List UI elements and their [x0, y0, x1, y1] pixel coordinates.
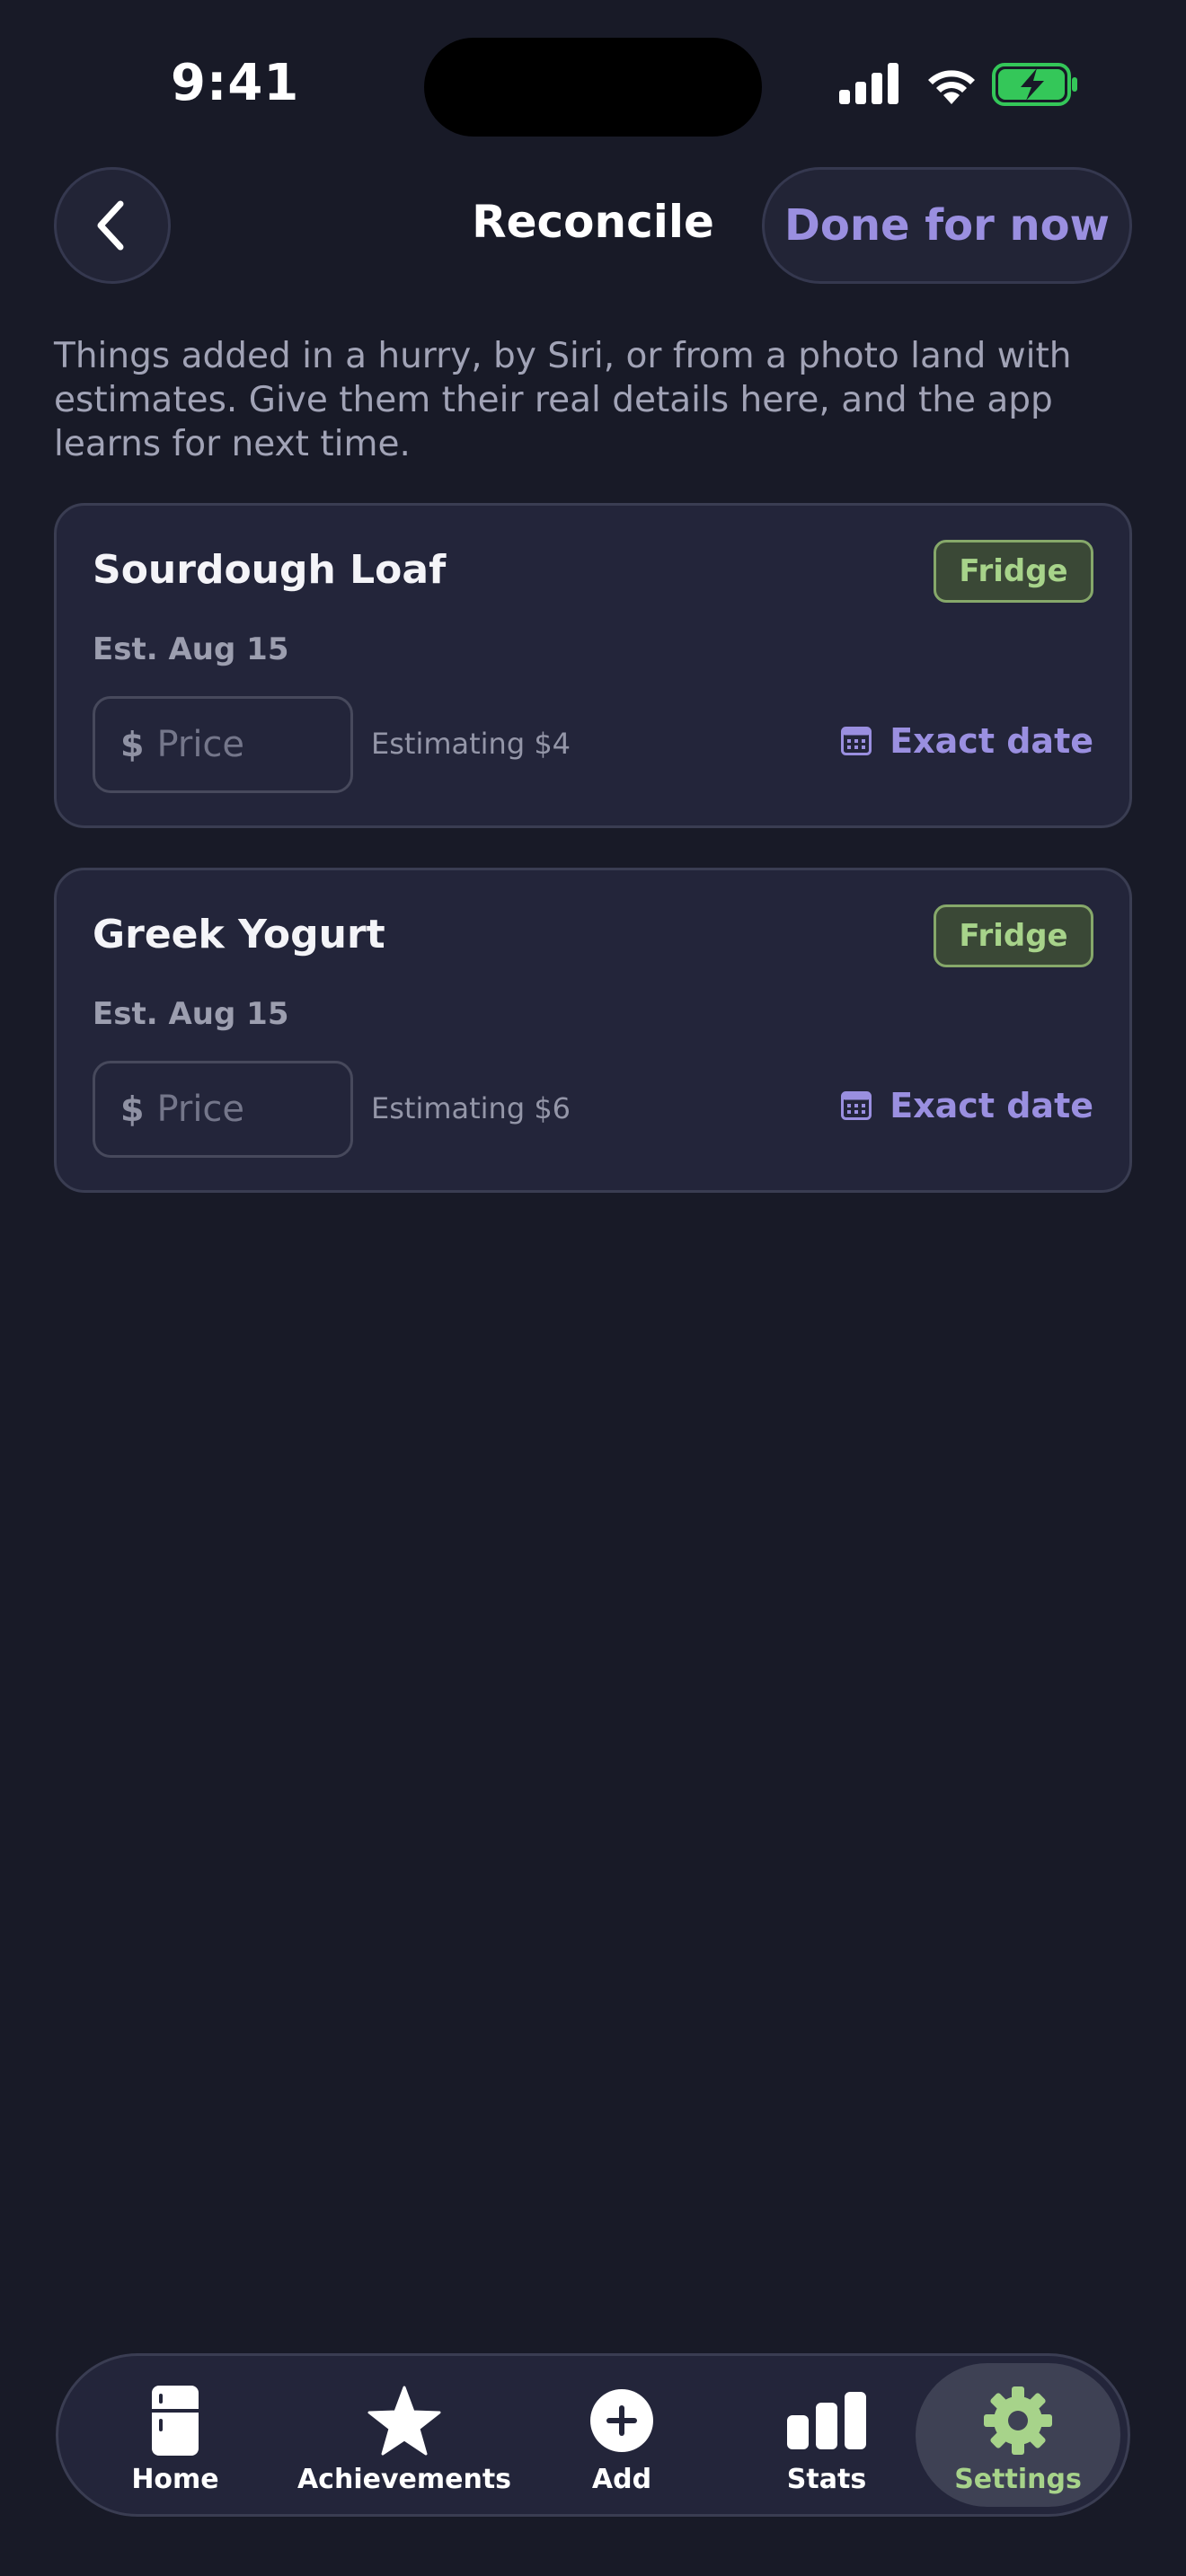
tab-label: Achievements [296, 2464, 512, 2495]
estimated-date: Est. Aug 15 [93, 996, 289, 1032]
fridge-icon [152, 2385, 199, 2457]
tab-home[interactable]: Home [103, 2363, 247, 2507]
tab-label: Settings [954, 2464, 1082, 2495]
reconcile-screen: 9:41 Reconcile Done for now Things added… [0, 0, 1186, 2576]
estimated-date: Est. Aug 15 [93, 631, 289, 667]
cellular-signal-icon [839, 63, 898, 104]
price-field[interactable]: $ [93, 1061, 353, 1158]
reconcile-card: Greek Yogurt Fridge Est. Aug 15 $ Estima… [54, 868, 1132, 1193]
tab-stats[interactable]: Stats [768, 2363, 885, 2507]
gear-icon [983, 2385, 1053, 2457]
wifi-icon [928, 70, 975, 104]
dynamic-island [424, 38, 762, 137]
reconcile-card: Sourdough Loaf Fridge Est. Aug 15 $ Esti… [54, 503, 1132, 828]
location-badge[interactable]: Fridge [934, 540, 1093, 603]
currency-symbol: $ [120, 725, 145, 764]
star-icon [367, 2385, 441, 2457]
location-badge[interactable]: Fridge [934, 904, 1093, 967]
item-name: Greek Yogurt [93, 912, 385, 957]
chevron-left-icon [97, 200, 124, 251]
status-icons [839, 63, 1080, 113]
calendar-icon [841, 727, 872, 755]
intro-text: Things added in a hurry, by Siri, or fro… [54, 336, 1072, 464]
page-title: Reconcile [472, 196, 714, 248]
back-button[interactable] [54, 167, 171, 284]
price-field[interactable]: $ [93, 696, 353, 793]
exact-date-button[interactable]: Exact date [841, 721, 1093, 761]
price-input[interactable] [156, 1089, 319, 1130]
item-name: Sourdough Loaf [93, 547, 447, 593]
exact-date-button[interactable]: Exact date [841, 1086, 1093, 1125]
tab-bar: Home Achievements Add Stats Settings [56, 2353, 1130, 2517]
bar-chart-icon [787, 2385, 866, 2457]
battery-charging-icon [992, 63, 1077, 106]
tab-label: Home [131, 2464, 219, 2495]
done-for-now-button[interactable]: Done for now [762, 167, 1132, 284]
estimate-hint: Estimating $6 [371, 1091, 571, 1125]
currency-symbol: $ [120, 1090, 145, 1129]
tab-label: Stats [786, 2464, 867, 2495]
tab-label: Add [591, 2464, 652, 2495]
estimate-hint: Estimating $4 [371, 727, 571, 761]
status-time: 9:41 [171, 54, 300, 112]
tab-add[interactable]: Add [563, 2363, 680, 2507]
exact-date-label: Exact date [890, 1086, 1093, 1125]
exact-date-label: Exact date [890, 721, 1093, 761]
price-input[interactable] [156, 724, 319, 765]
plus-circle-icon [589, 2385, 654, 2457]
calendar-icon [841, 1091, 872, 1120]
tab-settings[interactable]: Settings [916, 2363, 1120, 2507]
tab-achievements[interactable]: Achievements [297, 2363, 511, 2507]
